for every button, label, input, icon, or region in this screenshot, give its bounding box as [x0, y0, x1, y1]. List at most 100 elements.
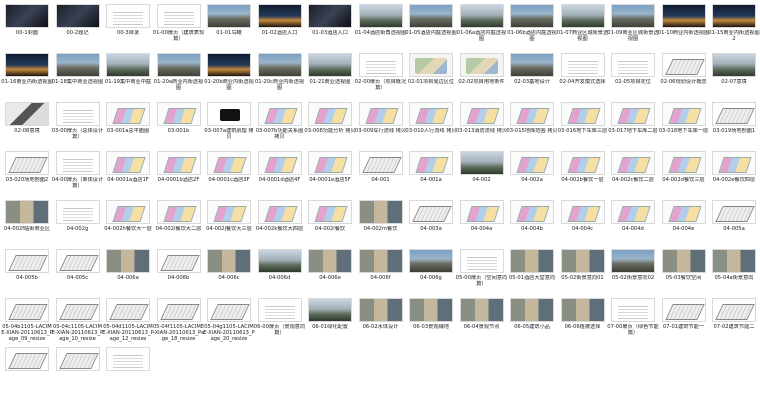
- file-thumbnail[interactable]: [510, 151, 554, 175]
- file-item[interactable]: 04-006a: [103, 249, 153, 301]
- file-item[interactable]: 01-00扉页（建筑表现篇）: [153, 4, 204, 56]
- file-item[interactable]: 05-04f1105-LACIME-XIAN-20110613_Page_18_…: [153, 298, 204, 350]
- file-item[interactable]: 03-019场地剖面1: [709, 102, 759, 154]
- file-item[interactable]: 06-03景观铺地: [406, 298, 456, 350]
- file-item[interactable]: 04-002j餐饮大三层: [204, 200, 254, 252]
- file-thumbnail[interactable]: [661, 200, 706, 224]
- file-thumbnail[interactable]: [106, 347, 150, 371]
- file-thumbnail[interactable]: [712, 53, 756, 77]
- file-thumbnail[interactable]: [5, 200, 49, 224]
- file-thumbnail[interactable]: [5, 4, 49, 28]
- file-item[interactable]: 02-03基地设计: [507, 53, 557, 105]
- file-thumbnail[interactable]: [510, 249, 554, 273]
- file-thumbnail[interactable]: [5, 347, 49, 371]
- file-item[interactable]: 03-016地下车库三层: [558, 102, 608, 154]
- file-thumbnail[interactable]: [560, 200, 605, 224]
- file-item[interactable]: 04-002a: [507, 151, 557, 203]
- file-item[interactable]: 04-002c餐饮二层: [608, 151, 658, 203]
- file-thumbnail[interactable]: [358, 298, 403, 322]
- file-thumbnail[interactable]: [308, 249, 352, 273]
- file-thumbnail[interactable]: [5, 53, 49, 77]
- file-item[interactable]: 04-002g: [53, 200, 103, 252]
- file-item[interactable]: 02-06规划设计概念: [659, 53, 709, 105]
- file-thumbnail[interactable]: [661, 53, 706, 77]
- file-thumbnail[interactable]: [55, 151, 100, 175]
- file-item[interactable]: 05-03餐饮空间: [659, 249, 709, 301]
- file-thumbnail[interactable]: [611, 249, 655, 273]
- file-item[interactable]: 05-04b1105-LACIME-XIAN-20110613_Page_09_…: [1, 298, 53, 350]
- file-item[interactable]: 07-00扉页（绿色节能篇）: [607, 298, 659, 350]
- file-item[interactable]: 04-004d: [608, 200, 658, 252]
- file-thumbnail[interactable]: [207, 298, 251, 322]
- file-item[interactable]: [2, 347, 52, 399]
- file-thumbnail[interactable]: [560, 102, 605, 126]
- file-item[interactable]: 04-002d餐饮三层: [659, 151, 709, 203]
- file-item[interactable]: 01-20b商业内街透视图: [204, 53, 254, 105]
- file-item[interactable]: 02-05项目定位: [608, 53, 658, 105]
- file-item[interactable]: 04-002i餐饮大二层: [154, 200, 204, 252]
- file-thumbnail[interactable]: [106, 4, 150, 28]
- file-thumbnail[interactable]: [55, 347, 100, 371]
- file-thumbnail[interactable]: [560, 53, 605, 77]
- file-item[interactable]: 03-007a建筑肌理 拷贝: [204, 102, 254, 154]
- file-thumbnail[interactable]: [156, 298, 201, 322]
- file-item[interactable]: 03-010人行流线 拷贝: [405, 102, 457, 154]
- file-thumbnail[interactable]: [5, 151, 49, 175]
- file-thumbnail[interactable]: [55, 249, 100, 273]
- file-thumbnail[interactable]: [510, 102, 554, 126]
- file-thumbnail[interactable]: [459, 102, 504, 126]
- file-item[interactable]: 04-00扉页（单体设计篇）: [52, 151, 103, 203]
- file-item[interactable]: 04-006g: [406, 249, 456, 301]
- file-item[interactable]: 01-03酒店入口: [305, 4, 355, 56]
- file-thumbnail[interactable]: [358, 53, 403, 77]
- file-thumbnail[interactable]: [5, 249, 49, 273]
- file-item[interactable]: 04-004e: [659, 200, 709, 252]
- file-thumbnail[interactable]: [156, 249, 201, 273]
- file-thumbnail[interactable]: [55, 4, 100, 28]
- file-item[interactable]: 02-08意境: [2, 102, 52, 154]
- file-item[interactable]: 01-10商业内街透视图: [658, 4, 709, 56]
- file-thumbnail[interactable]: [510, 4, 554, 28]
- file-item[interactable]: 06-02水体设计: [356, 298, 406, 350]
- file-item[interactable]: 01-19集中商业中庭: [103, 53, 153, 105]
- file-item[interactable]: 03-013消防流线 拷贝: [456, 102, 507, 154]
- file-item[interactable]: 04-004a: [457, 200, 507, 252]
- file-thumbnail[interactable]: [308, 4, 352, 28]
- file-item[interactable]: 03-001b: [154, 102, 204, 154]
- file-thumbnail[interactable]: [106, 298, 150, 322]
- file-thumbnail[interactable]: [712, 151, 756, 175]
- file-thumbnail[interactable]: [661, 249, 706, 273]
- file-thumbnail[interactable]: [257, 298, 302, 322]
- file-thumbnail[interactable]: [409, 102, 453, 126]
- file-item[interactable]: [53, 347, 103, 399]
- file-thumbnail[interactable]: [207, 102, 251, 126]
- file-thumbnail[interactable]: [106, 249, 150, 273]
- file-item[interactable]: 04-003a: [406, 200, 456, 252]
- file-thumbnail[interactable]: [308, 298, 352, 322]
- file-thumbnail[interactable]: [156, 4, 201, 28]
- file-thumbnail[interactable]: [459, 298, 504, 322]
- file-thumbnail[interactable]: [459, 249, 504, 273]
- file-thumbnail[interactable]: [308, 151, 352, 175]
- file-thumbnail[interactable]: [308, 102, 352, 126]
- file-item[interactable]: 00-3目录: [103, 4, 153, 56]
- file-thumbnail[interactable]: [611, 102, 655, 126]
- file-item[interactable]: 04-002e餐饮四层: [709, 151, 759, 203]
- file-item[interactable]: 02-02项目用地条件: [457, 53, 507, 105]
- file-thumbnail[interactable]: [308, 53, 352, 77]
- file-thumbnail[interactable]: [257, 200, 302, 224]
- file-item[interactable]: 00-1封面: [2, 4, 52, 56]
- file-item[interactable]: 01-02酒店入口: [255, 4, 305, 56]
- file-thumbnail[interactable]: [712, 249, 756, 273]
- file-thumbnail[interactable]: [459, 53, 504, 77]
- file-thumbnail[interactable]: [207, 4, 251, 28]
- file-thumbnail[interactable]: [712, 4, 756, 28]
- file-thumbnail[interactable]: [560, 151, 605, 175]
- file-thumbnail[interactable]: [611, 200, 655, 224]
- file-thumbnail[interactable]: [409, 4, 453, 28]
- file-item[interactable]: 03-007b功能关系图 拷贝: [255, 102, 305, 154]
- file-item[interactable]: 01-21商业透视图: [305, 53, 355, 105]
- file-item[interactable]: 04-006e: [305, 249, 355, 301]
- file-item[interactable]: 04-002: [457, 151, 507, 203]
- file-thumbnail[interactable]: [106, 151, 150, 175]
